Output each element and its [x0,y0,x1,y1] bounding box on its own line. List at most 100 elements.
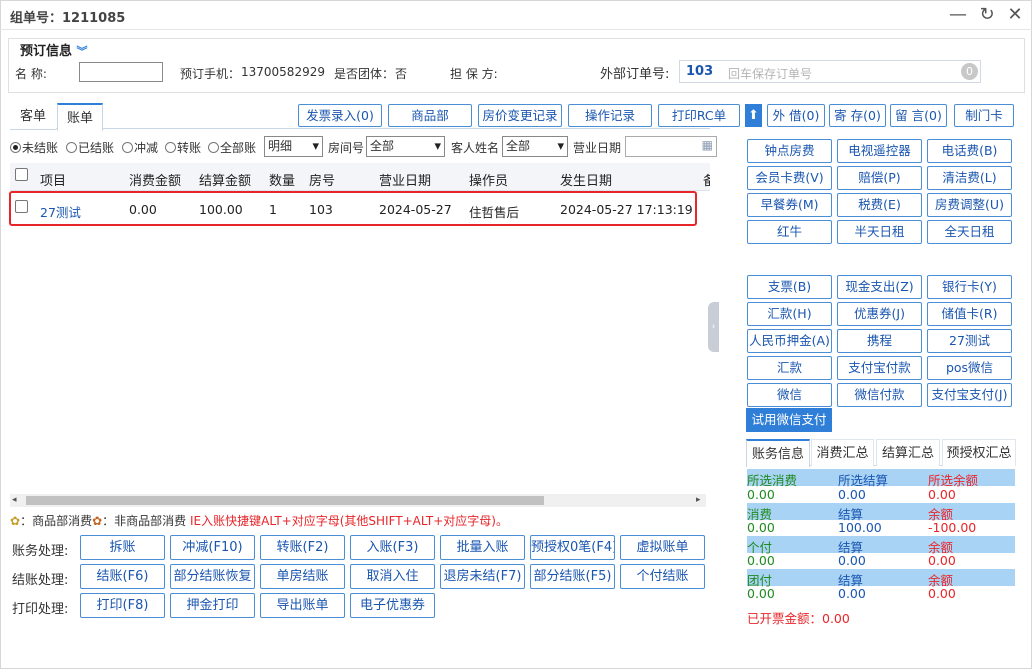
tab-consume-summary[interactable]: 消费汇总 [811,439,874,466]
message-button[interactable]: 留 言(0) [890,104,947,127]
print-button[interactable]: 打印(F8) [80,593,165,618]
arrow-up-icon[interactable]: ⬆ [745,104,762,127]
tv-remote-button[interactable]: 电视遥控器 [837,139,922,163]
pay-remit2-button[interactable]: 汇款 [747,356,832,380]
wechat-pay-trial-button[interactable]: 试用微信支付 [746,408,832,432]
cell-item[interactable]: 27测试 [40,202,81,221]
tab-guest[interactable]: 客单 [10,103,56,130]
deposit-store-button[interactable]: 寄 存(0) [829,104,886,127]
col-consume[interactable]: 消费金额 [129,170,181,189]
split-button[interactable]: 拆账 [80,535,165,560]
member-card-fee-button[interactable]: 会员卡费(V) [747,166,832,190]
pay-wechat-payment-button[interactable]: 微信付款 [837,383,922,407]
checkout-unsettled-button[interactable]: 退房未结(F7) [440,564,525,589]
name-input[interactable] [79,62,163,82]
phone-fee-button[interactable]: 电话费(B) [927,139,1012,163]
partial-restore-button[interactable]: 部分结账恢复 [170,564,255,589]
red-bull-button[interactable]: 红牛 [747,220,832,244]
restore-icon[interactable]: ↻ [976,4,998,26]
col-item[interactable]: 项目 [40,170,66,189]
cancel-checkin-button[interactable]: 取消入住 [350,564,435,589]
ext-order-input[interactable]: 103 回车保存订单号 0 [679,60,981,83]
cell-biz-date: 2024-05-27 [379,202,452,217]
filter-transfer[interactable]: 转账 [165,139,201,156]
filter-all[interactable]: 全部账 [208,139,256,156]
invoice-entry-button[interactable]: 发票录入(0) [298,104,382,127]
filter-settled[interactable]: 已结账 [66,139,114,156]
col-time[interactable]: 发生日期 [560,170,612,189]
reverse-button[interactable]: 冲减(F10) [170,535,255,560]
tab-settle-summary[interactable]: 结算汇总 [876,439,940,466]
pay-alipay-button[interactable]: 支付宝付款 [837,356,922,380]
op-log-button[interactable]: 操作记录 [568,104,652,127]
select-all-checkbox[interactable] [15,168,28,181]
goods-dept-button[interactable]: 商品部 [388,104,472,127]
compensation-button[interactable]: 赔偿(P) [837,166,922,190]
tab-preauth-summary[interactable]: 预授权汇总 [942,439,1016,466]
scroll-right-icon[interactable]: ▸ [696,495,701,505]
minimize-icon[interactable]: — [947,4,969,26]
tax-fee-button[interactable]: 税费(E) [837,193,922,217]
filter-unsettled[interactable]: 未结账 [10,139,58,156]
scroll-left-icon[interactable]: ◂ [12,495,17,505]
deposit-print-button[interactable]: 押金打印 [170,593,255,618]
print-rc-button[interactable]: 打印RC单 [658,104,740,127]
booking-legend[interactable]: 预订信息 ︾ [17,40,91,59]
virtual-bill-button[interactable]: 虚拟账单 [620,535,705,560]
pay-pos-wechat-button[interactable]: pos微信 [927,356,1012,380]
col-room[interactable]: 房号 [309,170,335,189]
room-rate-adjust-button[interactable]: 房费调整(U) [927,193,1012,217]
pay-ctrip-button[interactable]: 携程 [837,329,922,353]
transfer-button[interactable]: 转账(F2) [260,535,345,560]
biz-date-input[interactable]: ▦ [625,136,717,157]
pay-remit-button[interactable]: 汇款(H) [747,302,832,326]
calendar-icon[interactable]: ▦ [702,138,713,152]
e-coupon-button[interactable]: 电子优惠券 [350,593,435,618]
partial-checkout-button[interactable]: 部分结账(F5) [530,564,615,589]
preauth-button[interactable]: 预授权0笔(F4) [530,535,615,560]
row-checkbox[interactable] [15,200,28,213]
rate-change-button[interactable]: 房价变更记录 [478,104,562,127]
tab-account-info[interactable]: 账务信息 [746,439,810,467]
pay-alipay-pay-button[interactable]: 支付宝支付(J) [927,383,1012,407]
full-day-rent-button[interactable]: 全天日租 [927,220,1012,244]
pay-rmb-deposit-button[interactable]: 人民币押金(A) [747,329,832,353]
col-biz-date[interactable]: 营业日期 [379,170,431,189]
pay-coupon-button[interactable]: 优惠券(J) [837,302,922,326]
col-settle[interactable]: 结算金额 [199,170,251,189]
pay-stored-card-button[interactable]: 储值卡(R) [927,302,1012,326]
guest-select[interactable]: 全部 [502,136,568,157]
col-operator[interactable]: 操作员 [469,170,508,189]
biz-date-label: 营业日期 [573,141,622,155]
pay-bank-card-button[interactable]: 银行卡(Y) [927,275,1012,299]
filter-reverse[interactable]: 冲减 [122,139,158,156]
pay-cheque-button[interactable]: 支票(B) [747,275,832,299]
hourly-room-fee-button[interactable]: 钟点房费 [747,139,832,163]
pay-wechat-button[interactable]: 微信 [747,383,832,407]
tab-bill[interactable]: 账单 [57,103,103,131]
pay-cash-out-button[interactable]: 现金支出(Z) [837,275,922,299]
panel-collapse-handle[interactable]: › [708,302,719,352]
half-day-rent-button[interactable]: 半天日租 [837,220,922,244]
pay-27-test-button[interactable]: 27测试 [927,329,1012,353]
checkout-button[interactable]: 结账(F6) [80,564,165,589]
batch-post-button[interactable]: 批量入账 [440,535,525,560]
room-select[interactable]: 全部 [366,136,445,157]
col-remark[interactable]: 备 [703,170,710,189]
breakfast-coupon-button[interactable]: 早餐券(M) [747,193,832,217]
detail-select[interactable]: 明细 [264,136,323,157]
horizontal-scrollbar[interactable]: ◂ ▸ [10,494,706,507]
make-card-button[interactable]: 制门卡 [954,104,1014,127]
collapse-chevron-icon[interactable]: ︾ [77,45,88,58]
cleaning-fee-button[interactable]: 清洁费(L) [927,166,1012,190]
post-button[interactable]: 入账(F3) [350,535,435,560]
lend-button[interactable]: 外 借(0) [767,104,825,127]
individual-pay-button[interactable]: 个付结账 [620,564,705,589]
phone-value: 13700582929 [241,65,325,79]
single-room-checkout-button[interactable]: 单房结账 [260,564,345,589]
radio-icon [122,142,133,153]
export-bill-button[interactable]: 导出账单 [260,593,345,618]
scroll-thumb[interactable] [26,496,544,505]
col-qty[interactable]: 数量 [269,170,295,189]
close-icon[interactable]: ✕ [1004,4,1026,26]
